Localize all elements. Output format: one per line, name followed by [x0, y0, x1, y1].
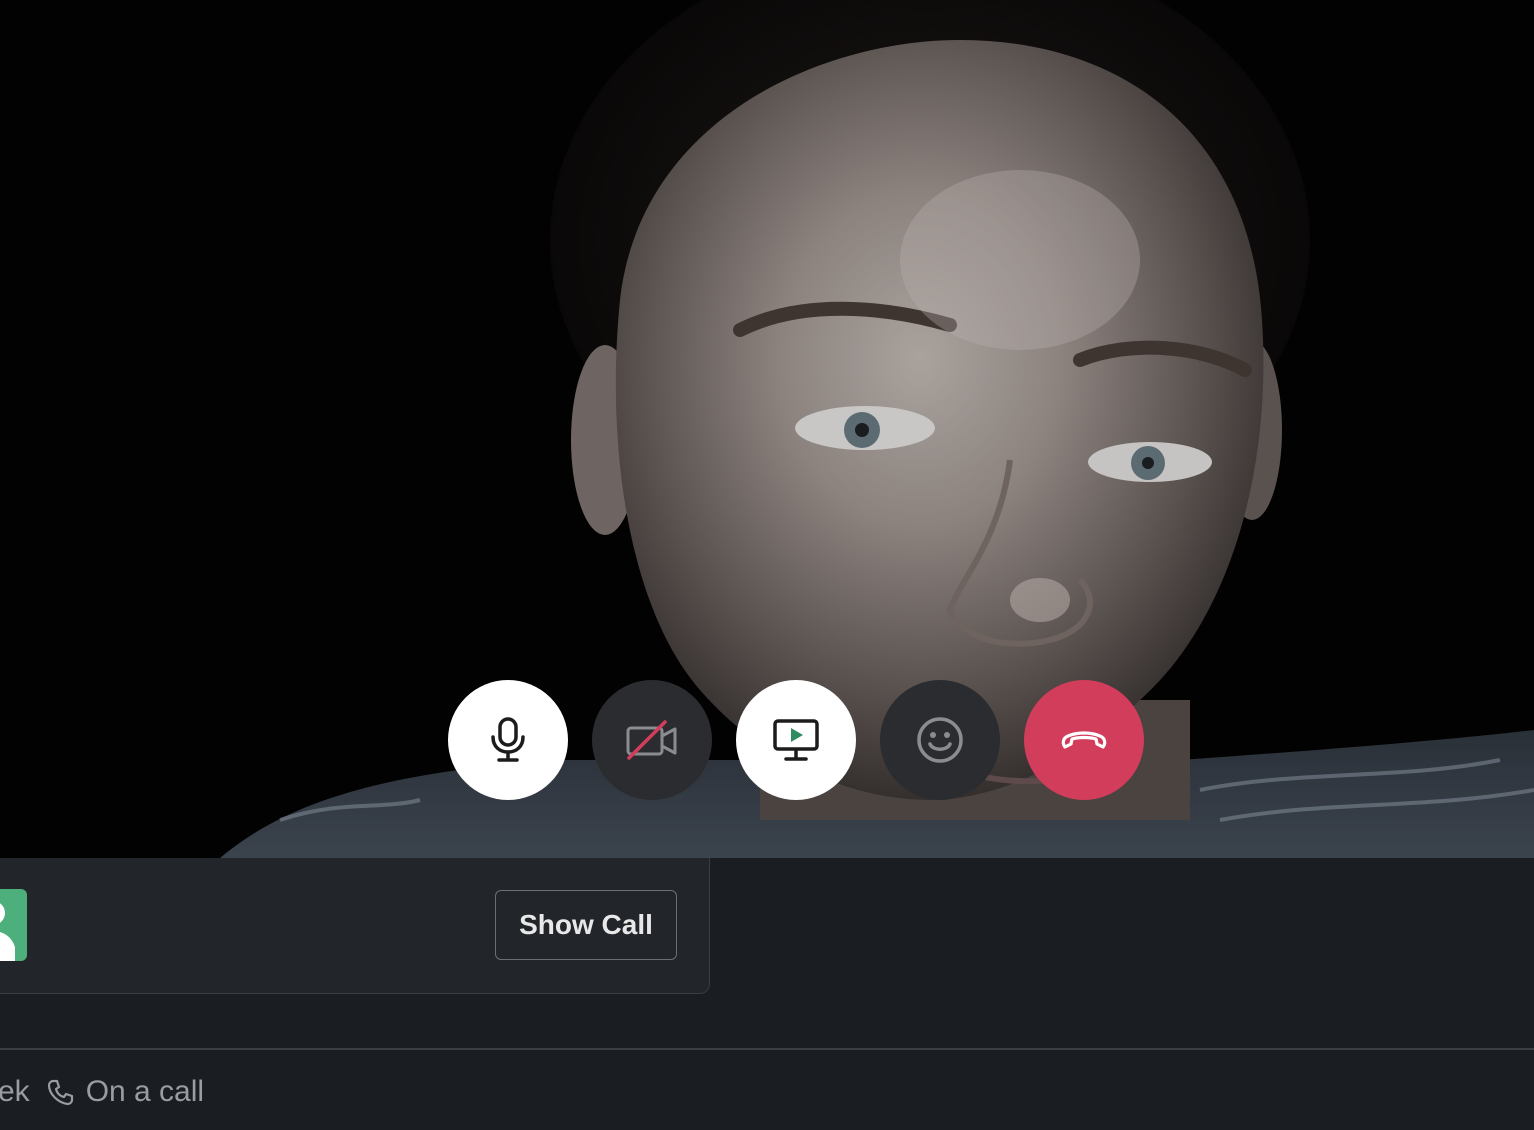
screen-share-button[interactable]: [736, 680, 856, 800]
call-controls: [448, 680, 1144, 800]
video-feed: [0, 0, 1534, 858]
screen-share-icon: [773, 719, 819, 761]
status-prefix-text: ek: [0, 1075, 30, 1108]
call-status-text: On a call: [85, 1075, 205, 1108]
message-pane: Show Call ek On a call: [0, 858, 1534, 1130]
call-window: Show Call ek On a call: [0, 0, 1534, 1130]
status-bar: ek On a call: [0, 1070, 204, 1114]
phone-icon: [46, 1077, 76, 1107]
camera-off-icon: [626, 720, 677, 760]
microphone-icon: [491, 717, 525, 762]
divider: [0, 1048, 1534, 1050]
microphone-button[interactable]: [448, 680, 568, 800]
emoji-icon: [917, 717, 963, 763]
avatar: [0, 889, 27, 961]
hang-up-icon: [1061, 731, 1107, 749]
show-call-button[interactable]: Show Call: [495, 890, 677, 960]
leave-call-button[interactable]: [1024, 680, 1144, 800]
call-card: Show Call: [0, 858, 710, 994]
user-avatar-icon: [0, 903, 15, 961]
camera-toggle-button[interactable]: [592, 680, 712, 800]
reactions-button[interactable]: [880, 680, 1000, 800]
